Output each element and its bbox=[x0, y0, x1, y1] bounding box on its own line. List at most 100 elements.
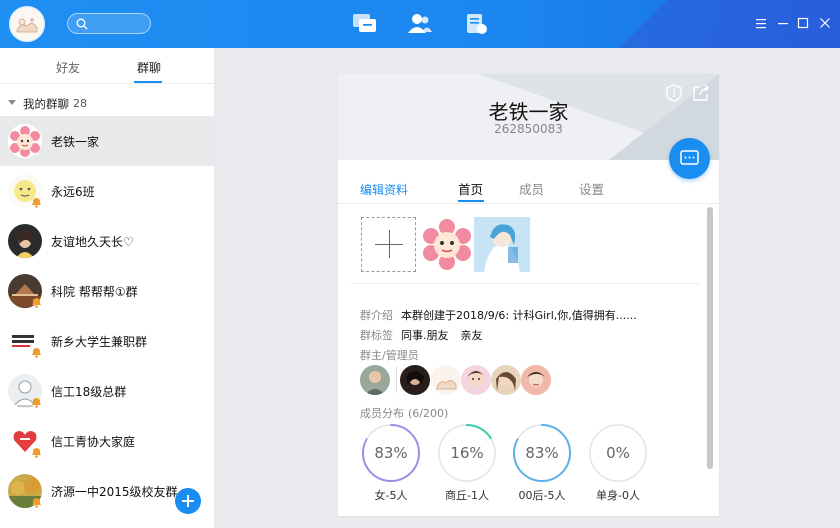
member-distribution-label: 成员分布 (6/200) bbox=[360, 405, 448, 421]
intro-text: 本群创建于2018/9/6: 计科Girl,你,值得拥有...... bbox=[401, 309, 637, 322]
user-avatar[interactable] bbox=[9, 6, 45, 42]
minimize-button[interactable] bbox=[776, 15, 790, 31]
admin-avatar[interactable] bbox=[400, 365, 430, 395]
distribution-title: 成员分布 bbox=[360, 407, 404, 420]
group-name: 老铁一家 bbox=[51, 135, 100, 149]
stat-caption: 商丘-1人 bbox=[445, 489, 489, 502]
add-photo-button[interactable] bbox=[361, 217, 416, 272]
sidebar-tabs: 好友 群聊 bbox=[0, 48, 214, 84]
owner-avatar[interactable] bbox=[360, 365, 390, 395]
group-avatar bbox=[8, 224, 42, 258]
edit-profile-link[interactable]: 编辑资料 bbox=[360, 181, 408, 198]
stat-caption: 00后-5人 bbox=[518, 489, 566, 502]
group-list-item[interactable]: 永远6班 bbox=[0, 166, 214, 216]
share-icon[interactable] bbox=[691, 83, 711, 103]
group-section-title: 我的群聊 bbox=[23, 97, 69, 111]
stat-caption: 单身-0人 bbox=[596, 489, 640, 502]
bell-badge-icon bbox=[32, 348, 41, 358]
group-name: 科院 帮帮帮①群 bbox=[51, 285, 138, 299]
stat-ring: 83% 00后-5人 bbox=[512, 423, 574, 502]
intro-label: 群介绍 bbox=[360, 309, 393, 322]
shield-icon[interactable] bbox=[664, 83, 684, 103]
admin-avatar[interactable] bbox=[461, 365, 491, 395]
group-list-item[interactable]: 新乡大学生兼职群 bbox=[0, 316, 214, 366]
group-name: 新乡大学生兼职群 bbox=[51, 335, 148, 349]
bell-badge-icon bbox=[32, 198, 41, 208]
stat-percent: 0% bbox=[606, 444, 630, 462]
search-input[interactable] bbox=[90, 16, 146, 31]
stat-ring: 83% 女-5人 bbox=[361, 423, 423, 502]
minimize-icon bbox=[778, 23, 788, 25]
group-list-item[interactable]: 友谊地久天长♡ bbox=[0, 216, 214, 266]
admin-avatar[interactable] bbox=[431, 365, 461, 395]
album-photo[interactable] bbox=[419, 217, 475, 272]
nav-files[interactable] bbox=[464, 12, 490, 36]
group-name: 信工青协大家庭 bbox=[51, 435, 136, 449]
card-tabs: 编辑资料 首页 成员 设置 bbox=[338, 172, 719, 204]
stat-caption: 女-5人 bbox=[374, 489, 408, 502]
stat-ring: 0% 单身-0人 bbox=[588, 423, 650, 502]
group-number: 262850083 bbox=[494, 122, 563, 136]
bell-badge-icon bbox=[32, 448, 41, 458]
tab-members[interactable]: 成员 bbox=[519, 179, 544, 198]
group-list-item[interactable]: 科院 帮帮帮①群 bbox=[0, 266, 214, 316]
title-bar bbox=[0, 0, 840, 48]
document-icon bbox=[467, 14, 487, 34]
admin-avatars bbox=[360, 365, 560, 395]
admin-avatar[interactable] bbox=[491, 365, 521, 395]
group-tags-row: 群标签 同事.朋友 亲友 bbox=[360, 327, 491, 343]
group-list-item[interactable]: 老铁一家 bbox=[0, 116, 214, 166]
stat-percent: 83% bbox=[374, 444, 408, 462]
nav-contacts[interactable] bbox=[407, 12, 433, 36]
menu-button[interactable] bbox=[754, 15, 768, 31]
group-title: 老铁一家 bbox=[488, 100, 569, 124]
tab-friends[interactable]: 好友 bbox=[56, 59, 80, 76]
bell-badge-icon bbox=[32, 398, 41, 408]
title-bar-decoration bbox=[520, 0, 840, 48]
group-section-header[interactable]: 我的群聊 28 bbox=[0, 84, 214, 116]
bell-badge-icon bbox=[32, 298, 41, 308]
close-icon bbox=[820, 18, 830, 28]
scrollbar[interactable] bbox=[707, 207, 713, 469]
tab-settings[interactable]: 设置 bbox=[579, 179, 604, 198]
group-name: 信工18级总群 bbox=[51, 385, 127, 399]
album-photo[interactable] bbox=[474, 217, 530, 272]
tag: 同事.朋友 bbox=[401, 329, 449, 342]
tab-groups[interactable]: 群聊 bbox=[137, 59, 161, 76]
active-tab-indicator bbox=[458, 200, 484, 202]
group-avatar bbox=[8, 124, 42, 158]
group-name: 济源一中2015级校友群 bbox=[51, 485, 178, 499]
tags-label: 群标签 bbox=[360, 329, 393, 342]
stat-ring: 16% 商丘-1人 bbox=[437, 423, 499, 502]
group-profile-card: 老铁一家 262850083 编辑资料 首页 成员 设置 群介绍 本群创建于20… bbox=[338, 74, 719, 516]
maximize-icon bbox=[797, 17, 809, 29]
contacts-icon bbox=[408, 14, 432, 33]
active-tab-indicator bbox=[134, 81, 162, 83]
chat-bubbles-icon bbox=[353, 14, 376, 32]
stat-percent: 16% bbox=[450, 444, 484, 462]
group-name: 友谊地久天长♡ bbox=[51, 235, 134, 249]
tag: 亲友 bbox=[460, 329, 483, 342]
maximize-button[interactable] bbox=[796, 15, 810, 31]
admin-avatar[interactable] bbox=[521, 365, 551, 395]
bell-badge-icon bbox=[32, 498, 41, 508]
group-album bbox=[350, 217, 700, 284]
member-count: (6/200) bbox=[408, 407, 449, 420]
nav-messages[interactable] bbox=[352, 12, 378, 36]
admin-divider bbox=[396, 367, 397, 393]
menu-icon bbox=[756, 19, 766, 29]
group-list-item[interactable]: 信工18级总群 bbox=[0, 366, 214, 416]
close-button[interactable] bbox=[818, 15, 832, 31]
group-list-item[interactable]: 信工青协大家庭 bbox=[0, 416, 214, 466]
admins-label: 群主/管理员 bbox=[360, 349, 419, 362]
group-name: 永远6班 bbox=[51, 185, 95, 199]
group-intro-row: 群介绍 本群创建于2018/9/6: 计科Girl,你,值得拥有...... bbox=[360, 307, 637, 323]
sidebar: 好友 群聊 我的群聊 28 老铁一家 永远6班 友谊地久天长♡ 科院 帮帮帮①群… bbox=[0, 48, 215, 528]
stat-percent: 83% bbox=[525, 444, 559, 462]
search-box[interactable] bbox=[67, 13, 151, 34]
tab-home[interactable]: 首页 bbox=[458, 179, 483, 198]
group-section-count: 28 bbox=[73, 97, 87, 110]
collapse-triangle-icon bbox=[8, 100, 16, 105]
add-group-button[interactable] bbox=[175, 488, 201, 514]
search-icon bbox=[76, 18, 88, 30]
